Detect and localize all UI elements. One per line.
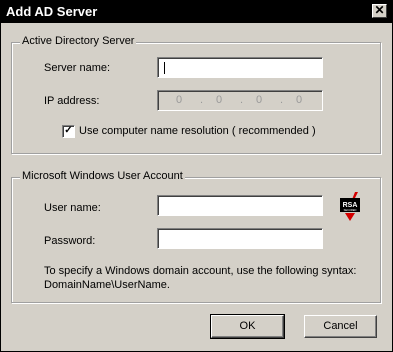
password-input[interactable] xyxy=(157,228,323,249)
server-name-label: Server name: xyxy=(44,62,111,74)
user-name-label: User name: xyxy=(44,202,101,214)
close-button[interactable]: ✕ xyxy=(372,4,387,18)
server-name-input[interactable] xyxy=(157,57,323,78)
password-label: Password: xyxy=(44,235,96,247)
use-name-resolution-label[interactable]: Use computer name resolution ( recommend… xyxy=(79,125,316,137)
rsa-badge-text: RSA xyxy=(343,202,358,209)
windows-user-account-legend: Microsoft Windows User Account xyxy=(20,170,185,182)
window-title: Add AD Server xyxy=(6,4,98,19)
cancel-button[interactable]: Cancel xyxy=(304,315,377,338)
ip-octet-1: 0 xyxy=(176,94,183,106)
title-bar: Add AD Server ✕ xyxy=(1,1,392,23)
ip-octet-3: 0 xyxy=(256,94,263,106)
domain-syntax-hint-line2: DomainName\UserName. xyxy=(44,279,170,291)
rsa-badge-subtext: SECURED xyxy=(344,208,357,212)
ip-octet-2: 0 xyxy=(216,94,223,106)
use-name-resolution-checkbox[interactable]: ✓ xyxy=(62,125,75,138)
ip-address-label: IP address: xyxy=(44,95,100,107)
ip-address-field[interactable]: 0 . 0 . 0 . 0 xyxy=(157,90,323,111)
active-directory-legend: Active Directory Server xyxy=(20,35,137,47)
user-name-input[interactable] xyxy=(157,195,323,216)
ok-button[interactable]: OK xyxy=(210,314,285,339)
domain-syntax-hint-line1: To specify a Windows domain account, use… xyxy=(44,265,357,277)
ip-separator: . xyxy=(200,94,204,106)
ip-octet-4: 0 xyxy=(296,94,303,106)
add-ad-server-dialog: Add AD Server ✕ Active Directory Server … xyxy=(0,0,393,352)
ip-separator: . xyxy=(240,94,244,106)
ip-separator: . xyxy=(280,94,284,106)
text-caret xyxy=(164,62,165,74)
rsa-secured-icon: RSA SECURED xyxy=(340,192,360,221)
checkmark-icon: ✓ xyxy=(64,125,73,136)
